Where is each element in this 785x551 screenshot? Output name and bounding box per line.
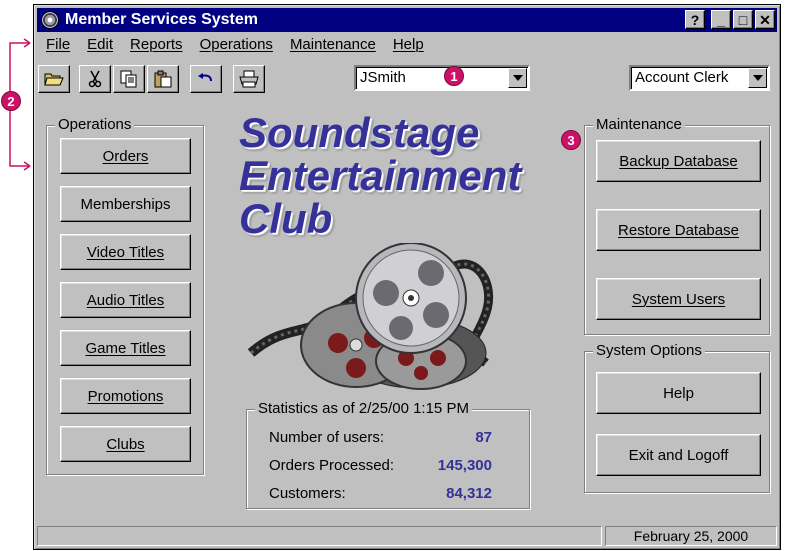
video-titles-button[interactable]: Video Titles bbox=[60, 234, 191, 270]
video-titles-label: Video Titles bbox=[86, 243, 165, 261]
memberships-label: Memberships bbox=[80, 195, 171, 213]
memberships-button[interactable]: Memberships bbox=[60, 186, 191, 222]
status-date: February 25, 2000 bbox=[605, 526, 777, 546]
promotions-label: Promotions bbox=[87, 387, 164, 405]
minimize-button[interactable]: _ bbox=[711, 10, 731, 29]
app-reel-icon bbox=[41, 11, 59, 29]
stat-orders-label: Orders Processed: bbox=[269, 457, 395, 474]
chevron-down-icon[interactable] bbox=[748, 68, 767, 88]
menu-reports[interactable]: Reports bbox=[130, 36, 183, 58]
exit-logoff-label: Exit and Logoff bbox=[628, 446, 729, 464]
game-titles-button[interactable]: Game Titles bbox=[60, 330, 191, 366]
maintenance-group-label: Maintenance bbox=[593, 116, 685, 133]
menu-operations[interactable]: Operations bbox=[200, 36, 273, 58]
copy-icon[interactable] bbox=[113, 65, 145, 93]
system-options-group-label: System Options bbox=[593, 342, 705, 359]
clubs-label: Clubs bbox=[106, 435, 145, 453]
statistics-label: Statistics as of 2/25/00 1:15 PM bbox=[255, 400, 472, 417]
close-button[interactable]: ✕ bbox=[755, 10, 775, 29]
user-select-value: JSmith bbox=[360, 69, 406, 86]
brand-line-3: Club bbox=[239, 195, 333, 242]
operations-group-label: Operations bbox=[55, 116, 135, 133]
help-button-label: Help bbox=[663, 384, 694, 402]
open-folder-icon[interactable] bbox=[38, 65, 70, 93]
title-bar: Member Services System ? _ □ ✕ bbox=[37, 8, 777, 32]
role-select[interactable]: Account Clerk bbox=[629, 65, 770, 91]
cut-icon[interactable] bbox=[79, 65, 111, 93]
callout-1: 1 bbox=[444, 66, 464, 86]
system-users-label: System Users bbox=[631, 290, 726, 308]
system-users-button[interactable]: System Users bbox=[596, 278, 761, 320]
brand-line-1: Soundstage bbox=[239, 109, 480, 156]
brand-line-2: Entertainment bbox=[239, 152, 522, 199]
status-panel-main bbox=[37, 526, 602, 546]
clubs-button[interactable]: Clubs bbox=[60, 426, 191, 462]
menu-file[interactable]: File bbox=[46, 36, 70, 58]
undo-icon[interactable] bbox=[190, 65, 222, 93]
restore-database-label: Restore Database bbox=[618, 221, 739, 239]
status-bar: February 25, 2000 bbox=[37, 526, 777, 546]
orders-label: Orders bbox=[102, 147, 149, 165]
user-select[interactable]: JSmith bbox=[354, 65, 530, 91]
stat-orders-value: 145,300 bbox=[437, 457, 492, 474]
film-reel-image bbox=[247, 243, 494, 390]
maximize-button[interactable]: □ bbox=[733, 10, 753, 29]
menu-help[interactable]: Help bbox=[393, 36, 424, 58]
brand-title: Soundstage Entertainment Club bbox=[239, 111, 521, 240]
game-titles-label: Game Titles bbox=[85, 339, 166, 357]
callout-3: 3 bbox=[561, 130, 581, 150]
paste-icon[interactable] bbox=[147, 65, 179, 93]
menu-bar: File Edit Reports Operations Maintenance… bbox=[46, 36, 424, 58]
audio-titles-button[interactable]: Audio Titles bbox=[60, 282, 191, 318]
statistics-group: Statistics as of 2/25/00 1:15 PM Number … bbox=[246, 400, 530, 509]
print-icon[interactable] bbox=[233, 65, 265, 93]
stat-users-value: 87 bbox=[475, 429, 492, 446]
backup-database-button[interactable]: Backup Database bbox=[596, 140, 761, 182]
orders-button[interactable]: Orders bbox=[60, 138, 191, 174]
help-button[interactable]: Help bbox=[596, 372, 761, 414]
audio-titles-label: Audio Titles bbox=[86, 291, 165, 309]
stat-users-label: Number of users: bbox=[269, 429, 385, 446]
stat-customers-label: Customers: bbox=[269, 485, 346, 502]
chevron-down-icon[interactable] bbox=[508, 68, 527, 88]
menu-edit[interactable]: Edit bbox=[87, 36, 113, 58]
role-select-value: Account Clerk bbox=[635, 69, 729, 86]
exit-logoff-button[interactable]: Exit and Logoff bbox=[596, 434, 761, 476]
help-title-button[interactable]: ? bbox=[685, 10, 705, 29]
menu-maintenance[interactable]: Maintenance bbox=[290, 36, 376, 58]
main-window: Member Services System ? _ □ ✕ File Edit… bbox=[33, 4, 781, 550]
callout-2: 2 bbox=[1, 91, 21, 111]
stat-customers-value: 84,312 bbox=[446, 485, 492, 502]
promotions-button[interactable]: Promotions bbox=[60, 378, 191, 414]
backup-database-label: Backup Database bbox=[619, 152, 738, 170]
window-title: Member Services System bbox=[65, 11, 258, 28]
restore-database-button[interactable]: Restore Database bbox=[596, 209, 761, 251]
